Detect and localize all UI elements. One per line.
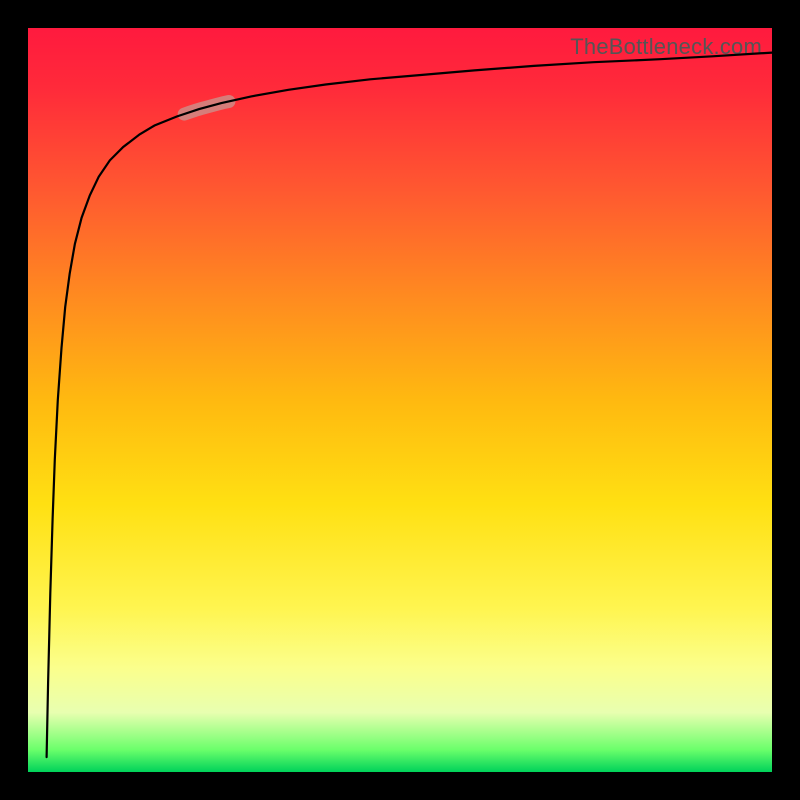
chart-frame: TheBottleneck.com [0, 0, 800, 800]
curve-layer [28, 28, 772, 772]
plot-area: TheBottleneck.com [28, 28, 772, 772]
bottleneck-curve [47, 53, 772, 758]
